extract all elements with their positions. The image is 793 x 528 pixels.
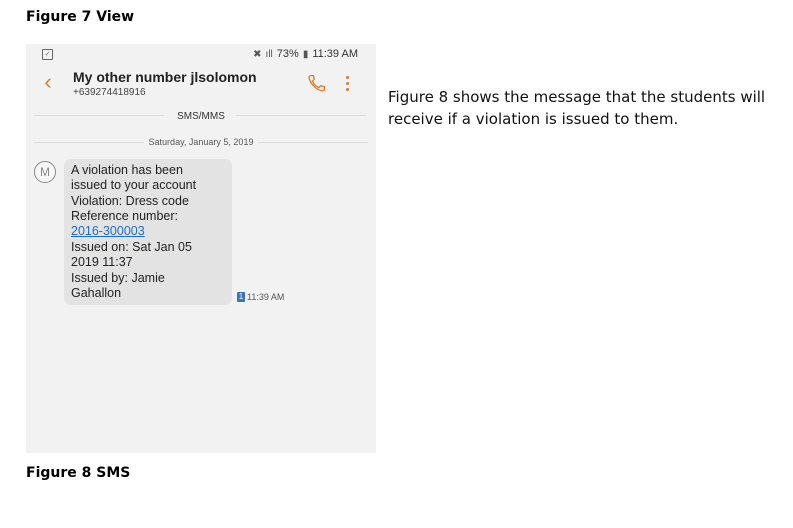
status-time: 11:39 AM [312,48,358,60]
message-line: Gahallon [71,286,122,300]
message-timestamp: 1 11:39 AM [237,292,284,302]
message-line: Issued on: Sat Jan 05 [71,240,192,254]
phone-call-icon[interactable] [306,72,328,94]
channel-label: SMS/MMS [177,111,225,122]
reference-number-link[interactable]: 2016-300003 [71,224,145,238]
sim-card-icon: 1 [237,292,245,302]
figure-caption: Figure 8 shows the message that the stud… [388,88,766,128]
message-line: Violation: Dress code [71,194,189,208]
message-line: 2019 11:37 [71,255,133,269]
wifi-signal-icon: ıll [265,48,273,60]
more-options-icon[interactable] [342,72,352,94]
contact-number: +639274418916 [73,87,146,98]
message-line: A violation has been [71,163,183,177]
phone-screenshot: ✓ ✖ ıll 73% ▮ 11:39 AM ‹ My other number… [26,44,376,453]
battery-icon: ▮ [302,48,309,60]
sender-avatar[interactable]: M [34,161,56,183]
back-arrow-icon[interactable]: ‹ [38,70,58,94]
message-time: 11:39 AM [247,292,285,302]
figure-7-title: Figure 7 View [26,9,135,25]
battery-level: 73% [276,48,299,60]
date-separator: Saturday, January 5, 2019 [148,137,254,147]
status-bar: ✖ ıll 73% ▮ 11:39 AM [253,48,358,60]
figure-8-title: Figure 8 SMS [26,465,131,481]
message-line: issued to your account [71,178,197,192]
contact-name: My other number jlsolomon [73,69,257,85]
message-line: Issued by: Jamie [71,271,165,285]
sim-status-icon: ✓ [42,49,53,60]
mute-icon: ✖ [253,48,262,60]
message-line: Reference number: [71,209,179,223]
